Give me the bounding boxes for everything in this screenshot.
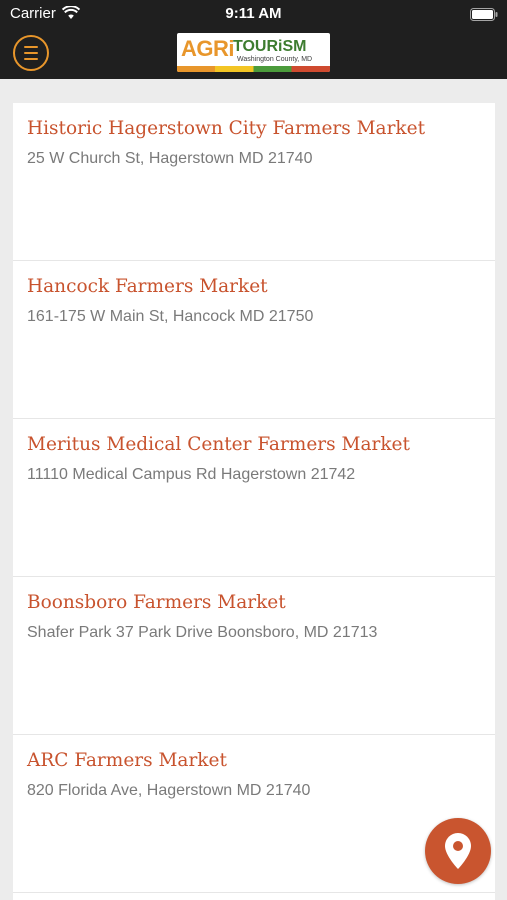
- status-bar: Carrier 9:11 AM: [0, 0, 507, 28]
- list-item[interactable]: Boonsboro Farmers Market Shafer Park 37 …: [13, 577, 495, 735]
- market-address: Shafer Park 37 Park Drive Boonsboro, MD …: [27, 624, 378, 641]
- battery-icon: [470, 8, 498, 26]
- market-title: Boonsboro Farmers Market: [27, 592, 286, 613]
- list-item[interactable]: Meritus Medical Center Farmers Market 11…: [13, 419, 495, 577]
- market-list: Historic Hagerstown City Farmers Market …: [13, 103, 495, 900]
- market-title: ARC Farmers Market: [27, 750, 227, 771]
- map-pin-icon: [445, 833, 471, 869]
- list-item[interactable]: ARC Farmers Market 820 Florida Ave, Hage…: [13, 735, 495, 893]
- hamburger-menu-icon: [24, 58, 38, 60]
- market-address: 25 W Church St, Hagerstown MD 21740: [27, 150, 313, 167]
- logo-region: Washington County, MD: [237, 56, 313, 63]
- status-time: 9:11 AM: [225, 5, 282, 22]
- market-address: 161-175 W Main St, Hancock MD 21750: [27, 308, 314, 325]
- hamburger-menu-icon: [24, 52, 38, 54]
- logo-stripe: [177, 66, 330, 72]
- market-address: 820 Florida Ave, Hagerstown MD 21740: [27, 782, 311, 799]
- market-title: Historic Hagerstown City Farmers Market: [27, 118, 426, 139]
- app-header: Carrier 9:11 AM AGRi TOURiSM Washington …: [0, 0, 507, 79]
- hamburger-menu-icon: [24, 46, 38, 48]
- market-title: Hancock Farmers Market: [27, 276, 268, 297]
- list-item[interactable]: Historic Hagerstown City Farmers Market …: [13, 103, 495, 261]
- menu-button[interactable]: [13, 35, 49, 71]
- agritourism-logo: AGRi TOURiSM Washington County, MD: [177, 33, 330, 72]
- logo-agri: AGRi: [181, 36, 235, 61]
- market-address: 11110 Medical Campus Rd Hagerstown 21742: [27, 466, 356, 483]
- map-view-button[interactable]: [425, 818, 491, 884]
- list-item[interactable]: Hancock Farmers Market 161-175 W Main St…: [13, 261, 495, 419]
- logo-tourism: TOURiSM: [233, 38, 307, 55]
- market-title: Meritus Medical Center Farmers Market: [27, 434, 410, 455]
